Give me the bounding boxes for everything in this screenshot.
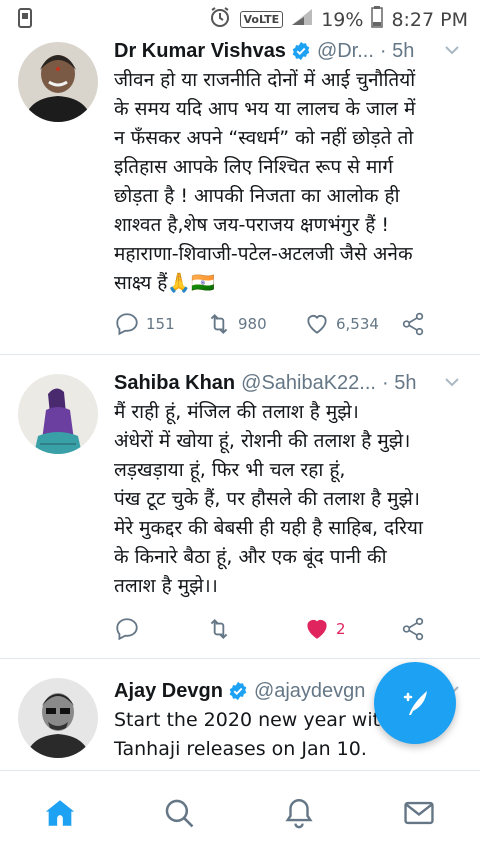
avatar-sahiba-khan[interactable]	[18, 374, 98, 454]
tweet-time: · 5h	[379, 39, 415, 62]
compose-tweet-icon	[403, 691, 427, 715]
search-icon	[165, 799, 194, 828]
battery-icon	[371, 6, 384, 33]
sim-icon	[18, 8, 32, 32]
nav-home[interactable]	[40, 793, 80, 833]
tweet-time: · 5h	[381, 371, 417, 394]
tweet-text: जीवन हो या राजनीति दोनों में आई चुनौतियो…	[114, 69, 416, 294]
display-name[interactable]: Sahiba Khan	[114, 372, 235, 395]
tweet-sahiba-khan[interactable]: Sahiba Khan @SahibaK22... · 5h मैं राही …	[0, 356, 480, 656]
share-icon	[402, 312, 424, 336]
nav-search[interactable]	[159, 793, 199, 833]
mail-icon	[404, 801, 434, 825]
retweet-button[interactable]: 980	[206, 311, 267, 337]
retweet-icon	[210, 314, 228, 334]
bottom-nav	[0, 770, 480, 854]
share-icon	[402, 617, 424, 641]
tweet-divider	[0, 354, 480, 355]
tweet-kumar-vishvas[interactable]: Dr Kumar Vishvas @Dr... · 5h जीवन हो या …	[0, 36, 480, 352]
chevron-down-icon[interactable]	[442, 372, 462, 392]
retweet-icon	[210, 619, 228, 639]
like-button[interactable]: 2	[304, 616, 346, 642]
like-button[interactable]: 6,534	[304, 311, 379, 337]
chevron-down-icon[interactable]	[442, 40, 462, 60]
verified-badge-icon	[291, 41, 311, 61]
like-count: 2	[336, 620, 346, 638]
reply-button[interactable]: 151	[114, 311, 175, 337]
share-button[interactable]	[400, 311, 426, 337]
reply-count: 151	[146, 315, 175, 333]
like-count: 6,534	[336, 315, 379, 333]
tweet-divider	[0, 658, 480, 659]
user-handle[interactable]: @SahibaK22...	[241, 372, 376, 395]
reply-button[interactable]	[114, 616, 146, 642]
home-icon	[45, 800, 75, 826]
reply-icon	[116, 313, 138, 336]
share-button[interactable]	[400, 616, 426, 642]
reply-icon	[116, 618, 138, 641]
user-handle[interactable]: @Dr...	[317, 40, 374, 63]
status-bar: VoLTE 19% 8:27 PM	[0, 0, 480, 36]
alarm-icon	[208, 5, 232, 34]
nav-notifications[interactable]	[279, 793, 319, 833]
avatar-kumar-vishvas[interactable]	[18, 42, 98, 122]
compose-tweet-button[interactable]	[374, 662, 456, 744]
tweet-text: मैं राही हूं, मंजिल की तलाश है मुझे। अंध…	[114, 401, 423, 597]
signal-icon	[291, 8, 313, 31]
volte-badge: VoLTE	[239, 11, 284, 28]
nav-messages[interactable]	[399, 793, 439, 833]
heart-icon	[307, 315, 327, 334]
retweet-count: 980	[238, 315, 267, 333]
retweet-button[interactable]	[206, 616, 238, 642]
verified-badge-icon	[228, 681, 248, 701]
bell-icon	[285, 799, 313, 829]
display-name[interactable]: Dr Kumar Vishvas	[114, 40, 286, 63]
display-name[interactable]: Ajay Devgn	[114, 680, 223, 703]
user-handle[interactable]: @ajaydevgn	[254, 680, 365, 703]
battery-percent: 19%	[321, 8, 364, 31]
clock-time: 8:27 PM	[391, 8, 468, 31]
avatar-ajay-devgn[interactable]	[18, 678, 98, 758]
heart-filled-icon	[307, 620, 327, 639]
